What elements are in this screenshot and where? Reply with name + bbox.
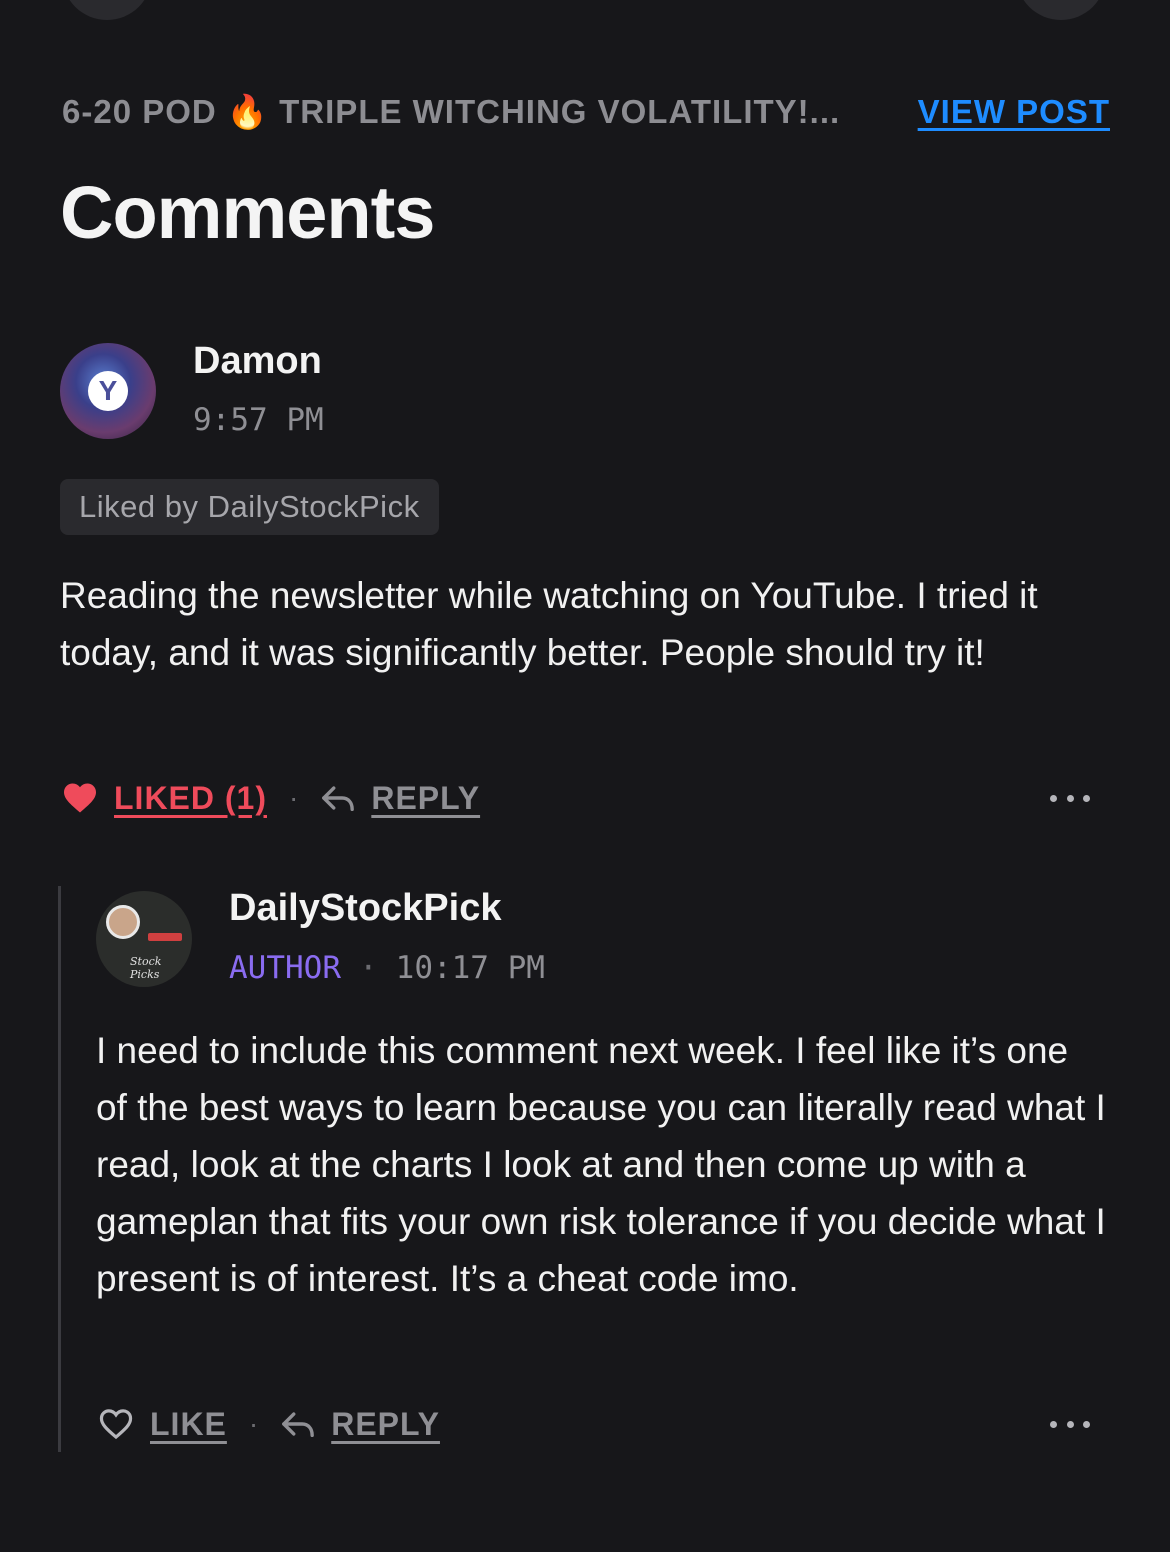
heart-outline-icon bbox=[98, 1408, 134, 1440]
like-label: LIKED (1) bbox=[114, 779, 267, 816]
timestamp: 9:57 PM bbox=[193, 402, 324, 438]
more-dots-icon[interactable] bbox=[1050, 788, 1090, 808]
reply-arrow-icon bbox=[281, 1409, 315, 1439]
separator-dot: · bbox=[248, 1408, 260, 1439]
liked-by-badge: Liked by DailyStockPick bbox=[60, 479, 439, 535]
reply-arrow-icon bbox=[321, 783, 355, 813]
avatar[interactable]: Y bbox=[60, 343, 156, 439]
post-title: 6-20 POD 🔥 TRIPLE WITCHING VOLATILITY!..… bbox=[62, 92, 841, 130]
comment-meta: AUTHOR · 10:17 PM bbox=[229, 950, 545, 986]
avatar[interactable]: Stock Picks bbox=[96, 891, 192, 987]
destiny-logo-icon: Y bbox=[88, 371, 128, 411]
avatar-tag-icon bbox=[148, 933, 182, 941]
comments-screen: 6-20 POD 🔥 TRIPLE WITCHING VOLATILITY!..… bbox=[0, 0, 1170, 1552]
reply-label: REPLY bbox=[371, 779, 481, 816]
view-post-link[interactable]: VIEW POST bbox=[918, 93, 1110, 131]
separator-dot: · bbox=[358, 950, 378, 986]
comment-body: Reading the newsletter while watching on… bbox=[60, 575, 1038, 673]
comment-author[interactable]: Damon bbox=[193, 340, 322, 383]
menu-button[interactable] bbox=[1016, 0, 1106, 20]
thread-line bbox=[58, 886, 61, 1452]
author-badge: AUTHOR bbox=[229, 950, 341, 986]
separator-dot: · bbox=[289, 782, 300, 813]
like-button[interactable]: LIKED (1) bbox=[62, 780, 267, 817]
more-dots-icon[interactable] bbox=[1050, 1414, 1090, 1434]
reply-label: REPLY bbox=[331, 1405, 440, 1442]
heart-filled-icon bbox=[62, 782, 98, 814]
back-button[interactable] bbox=[62, 0, 152, 20]
timestamp: 10:17 PM bbox=[395, 950, 545, 986]
comment-author[interactable]: DailyStockPick bbox=[229, 887, 501, 930]
reply-button[interactable]: REPLY bbox=[281, 1406, 440, 1443]
comment-body: I need to include this comment next week… bbox=[96, 1030, 1106, 1299]
avatar-brand-text: Stock Picks bbox=[130, 955, 162, 981]
post-header: 6-20 POD 🔥 TRIPLE WITCHING VOLATILITY!..… bbox=[62, 88, 1110, 136]
comment-time: 9:57 PM bbox=[193, 402, 324, 438]
reply-button[interactable]: REPLY bbox=[321, 780, 480, 817]
comment-actions: LIKE · REPLY bbox=[98, 1399, 440, 1449]
like-button[interactable]: LIKE bbox=[98, 1406, 227, 1443]
like-label: LIKE bbox=[150, 1405, 227, 1442]
section-title: Comments bbox=[60, 171, 435, 254]
comment-actions: LIKED (1) · REPLY bbox=[62, 773, 480, 823]
avatar-face-icon bbox=[106, 905, 140, 939]
